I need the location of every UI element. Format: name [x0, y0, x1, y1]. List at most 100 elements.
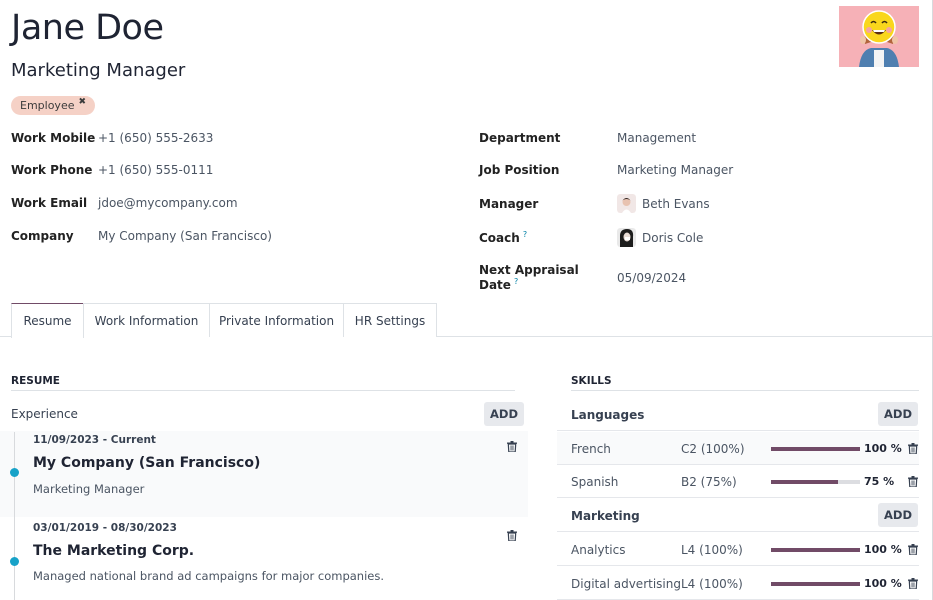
- add-marketing-skill-button[interactable]: ADD: [878, 503, 918, 527]
- employee-name[interactable]: Jane Doe: [11, 8, 164, 48]
- skill-level: L4 (100%): [681, 543, 743, 557]
- skill-progress-label: 100 %: [864, 442, 902, 455]
- skill-progress-label: 100 %: [864, 543, 902, 556]
- field-job-position: Job Position Marketing Manager: [479, 163, 733, 177]
- tab-private-information[interactable]: Private Information: [209, 303, 344, 337]
- skill-name: French: [571, 442, 611, 456]
- skill-level: C2 (100%): [681, 442, 745, 456]
- experience-group-label: Experience: [11, 407, 78, 421]
- skill-group-marketing: Marketing ADD: [557, 499, 919, 532]
- skill-row[interactable]: Digital advertising L4 (100%) 100 %: [557, 567, 919, 600]
- field-label: Company: [11, 229, 74, 243]
- resume-entry-description: Marketing Manager: [33, 482, 145, 496]
- field-manager: Manager Beth Evans: [479, 194, 710, 213]
- resume-section-title: RESUME: [11, 375, 60, 387]
- field-work-mobile: Work Mobile +1 (650) 555-2633: [11, 131, 213, 145]
- work-email-value[interactable]: jdoe@mycompany.com: [98, 196, 238, 210]
- coach-label: Coach: [479, 231, 520, 245]
- employee-job-title[interactable]: Marketing Manager: [11, 60, 185, 81]
- trash-icon[interactable]: [908, 443, 918, 454]
- tag-label: Employee: [20, 99, 75, 112]
- trash-icon[interactable]: [507, 441, 517, 452]
- field-label: Department: [479, 131, 561, 145]
- help-icon[interactable]: ?: [514, 277, 518, 286]
- skill-progress-bar: [771, 447, 860, 451]
- field-label: Work Mobile: [11, 131, 96, 145]
- add-experience-button[interactable]: ADD: [484, 402, 524, 426]
- skills-section-title: SKILLS: [571, 375, 612, 387]
- resume-divider: [11, 390, 515, 391]
- field-label: Work Phone: [11, 163, 93, 177]
- field-next-appraisal-date: Next Appraisal Date? 05/09/2024: [479, 263, 686, 292]
- field-label: Coach?: [479, 230, 617, 245]
- help-icon[interactable]: ?: [523, 230, 527, 239]
- appraisal-date-value[interactable]: 05/09/2024: [617, 271, 686, 285]
- field-label: Work Email: [11, 196, 88, 210]
- appraisal-label: Next Appraisal Date: [479, 263, 579, 292]
- skill-progress-bar: [771, 480, 860, 484]
- field-work-phone: Work Phone +1 (650) 555-0111: [11, 163, 213, 177]
- trash-icon[interactable]: [908, 578, 918, 589]
- skill-progress-fill: [771, 480, 838, 484]
- manager-avatar-icon: [617, 194, 636, 213]
- department-value[interactable]: Management: [617, 131, 696, 145]
- timeline-dot: [10, 557, 19, 566]
- coach-value[interactable]: Doris Cole: [617, 228, 703, 247]
- field-company: Company My Company (San Francisco): [11, 229, 272, 243]
- skill-level: L4 (100%): [681, 577, 743, 591]
- resume-entry-dates: 11/09/2023 - Current: [33, 434, 156, 446]
- tab-resume[interactable]: Resume: [11, 303, 84, 338]
- skill-row[interactable]: Analytics L4 (100%) 100 %: [557, 533, 919, 566]
- timeline-line: [14, 432, 15, 600]
- field-label: Next Appraisal Date?: [479, 263, 617, 292]
- coach-avatar-icon: [617, 228, 636, 247]
- field-label: Job Position: [479, 163, 560, 177]
- trash-icon[interactable]: [507, 530, 517, 541]
- tab-hr-settings[interactable]: HR Settings: [343, 303, 437, 337]
- job-position-value[interactable]: Marketing Manager: [617, 163, 733, 177]
- skill-name: Analytics: [571, 543, 626, 557]
- work-phone-value[interactable]: +1 (650) 555-0111: [98, 163, 213, 177]
- skill-row[interactable]: French C2 (100%) 100 %: [557, 432, 919, 465]
- skill-progress-bar: [771, 548, 860, 552]
- close-icon[interactable]: ✖: [78, 93, 86, 112]
- manager-value[interactable]: Beth Evans: [617, 194, 710, 213]
- skills-divider: [571, 390, 919, 391]
- work-mobile-value[interactable]: +1 (650) 555-2633: [98, 131, 213, 145]
- skill-progress-label: 100 %: [864, 577, 902, 590]
- skill-group-languages: Languages ADD: [557, 398, 919, 431]
- skill-progress-label: 75 %: [864, 475, 895, 488]
- field-work-email: Work Email jdoe@mycompany.com: [11, 196, 238, 210]
- company-value[interactable]: My Company (San Francisco): [98, 229, 272, 243]
- skill-name: Spanish: [571, 475, 619, 489]
- field-coach: Coach? Doris Cole: [479, 228, 703, 247]
- resume-entry-company: My Company (San Francisco): [33, 455, 261, 471]
- skill-level: B2 (75%): [681, 475, 737, 489]
- skill-name: Digital advertising: [571, 577, 681, 591]
- resume-entry[interactable]: 11/09/2023 - Current My Company (San Fra…: [0, 431, 528, 517]
- add-language-skill-button[interactable]: ADD: [878, 402, 918, 426]
- resume-entry-dates: 03/01/2019 - 08/30/2023: [33, 522, 177, 534]
- tabs-bar: Resume Work Information Private Informat…: [0, 303, 932, 338]
- employee-photo[interactable]: [839, 6, 919, 67]
- trash-icon[interactable]: [908, 476, 918, 487]
- skill-group-label: Languages: [571, 408, 645, 422]
- field-department: Department Management: [479, 131, 696, 145]
- skill-group-label: Marketing: [571, 509, 640, 523]
- resume-entry[interactable]: 03/01/2019 - 08/30/2023 The Marketing Co…: [0, 517, 528, 600]
- manager-name: Beth Evans: [642, 196, 710, 211]
- field-label: Manager: [479, 196, 539, 211]
- coach-name: Doris Cole: [642, 230, 704, 245]
- skill-progress-fill: [771, 447, 860, 451]
- tab-work-information[interactable]: Work Information: [83, 303, 210, 337]
- skill-progress-bar: [771, 582, 860, 586]
- trash-icon[interactable]: [908, 544, 918, 555]
- skill-row[interactable]: Spanish B2 (75%) 75 %: [557, 465, 919, 498]
- resume-entry-description: Managed national brand ad campaigns for …: [33, 569, 385, 583]
- skill-progress-fill: [771, 582, 860, 586]
- smiley-face-avatar-icon: [839, 6, 919, 67]
- resume-entry-company: The Marketing Corp.: [33, 543, 195, 559]
- tag-employee[interactable]: Employee ✖: [11, 93, 96, 115]
- skill-progress-fill: [771, 548, 860, 552]
- timeline-dot: [10, 468, 19, 477]
